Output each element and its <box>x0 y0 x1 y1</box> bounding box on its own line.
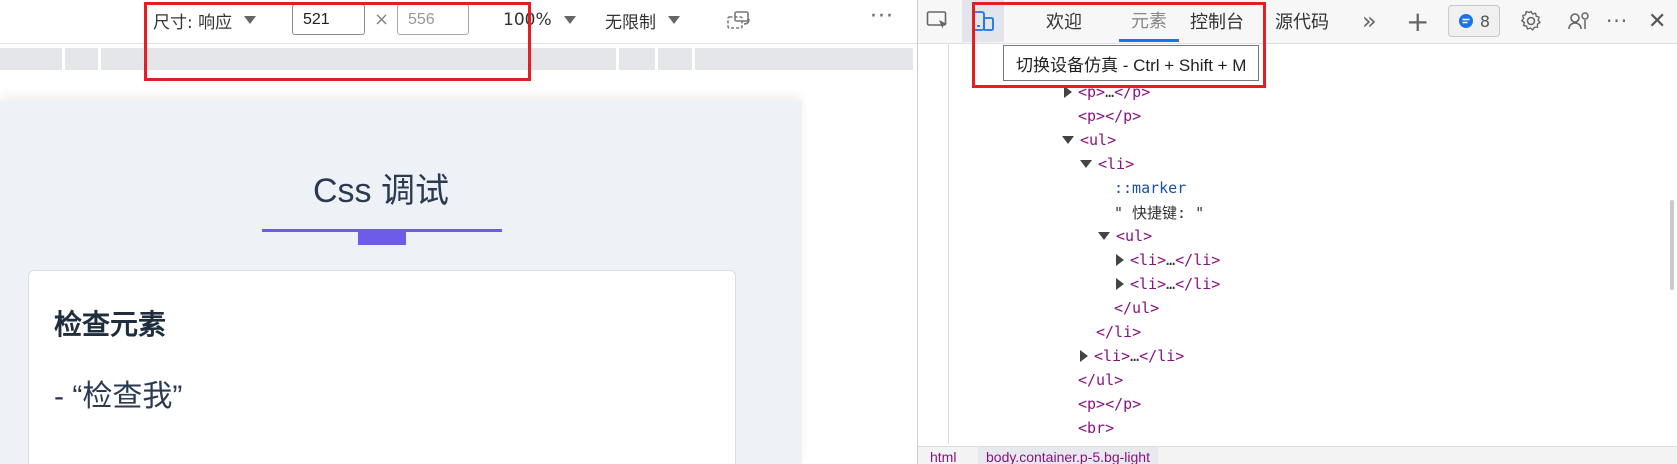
dom-node-ul-close[interactable]: </ul> <box>1078 368 1123 392</box>
page-title: Css 调试 <box>313 172 449 210</box>
issues-badge[interactable]: 8 <box>1448 5 1500 37</box>
dom-tree-scrollbar[interactable] <box>1670 200 1674 290</box>
chevron-down-icon <box>563 16 576 24</box>
dom-node-ul-nested[interactable]: <ul> <box>1098 224 1152 248</box>
tab-sources[interactable]: 源代码 <box>1275 0 1329 42</box>
title-underline-block <box>358 231 406 245</box>
issues-count: 8 <box>1479 11 1491 31</box>
gear-icon[interactable] <box>1514 0 1548 42</box>
card-heading: 检查元素 <box>54 309 167 340</box>
dom-node-ul-close[interactable]: </ul> <box>1114 296 1159 320</box>
throttle-label: 无限制 <box>605 12 656 33</box>
add-tab-icon[interactable]: + <box>1406 0 1429 42</box>
dom-node-text[interactable]: " 快捷键: " <box>1114 200 1204 224</box>
dom-node-p-empty[interactable]: <p> </p> <box>1078 392 1141 416</box>
dom-node-li-collapsed[interactable]: <li>… </li> <box>1080 344 1184 368</box>
dom-node-p-empty[interactable]: <p> </p> <box>1078 104 1141 128</box>
dom-node-ul[interactable]: <ul> <box>1062 128 1116 152</box>
dom-node-br[interactable]: <br> <box>1078 416 1114 440</box>
dom-node-li-collapsed[interactable]: <li>… </li> <box>1116 272 1220 296</box>
devtools-more-icon[interactable]: ··· <box>1606 0 1628 42</box>
expand-arrow-icon[interactable] <box>1116 254 1124 266</box>
breadcrumb: html body.container.p-5.bg-light <box>918 446 1677 464</box>
emulation-more-icon[interactable]: ··· <box>870 4 894 29</box>
expand-arrow-icon[interactable] <box>1080 350 1088 362</box>
highlight-box-devtools <box>972 2 1266 88</box>
highlight-box-toolbar <box>144 2 531 81</box>
customize-icon[interactable] <box>1562 0 1596 42</box>
breadcrumb-html[interactable]: html <box>930 447 956 464</box>
close-icon[interactable]: ✕ <box>1648 0 1666 42</box>
collapse-arrow-icon[interactable] <box>1098 232 1110 240</box>
inspect-icon[interactable] <box>918 0 958 42</box>
rotate-icon[interactable] <box>726 9 752 35</box>
more-tabs-icon[interactable]: » <box>1362 0 1377 42</box>
collapse-arrow-icon[interactable] <box>1062 136 1074 144</box>
dom-node-li-close[interactable]: </li> <box>1096 320 1141 344</box>
message-icon <box>1458 14 1473 28</box>
dom-node-li[interactable]: <li> <box>1080 152 1134 176</box>
content-card: 检查元素 - “检查我” <box>28 270 736 464</box>
card-text[interactable]: - “检查我” <box>54 371 182 415</box>
chevron-down-icon <box>668 16 680 24</box>
collapse-arrow-icon[interactable] <box>1080 160 1092 168</box>
breadcrumb-body[interactable]: body.container.p-5.bg-light <box>978 447 1158 464</box>
dom-node-li-collapsed[interactable]: <li>… </li> <box>1116 248 1220 272</box>
throttle-dropdown[interactable]: 无限制 <box>605 0 680 40</box>
expand-arrow-icon[interactable] <box>1116 278 1124 290</box>
dom-tree: <p>… </p> <p> </p> <ul> <li> ::marker " 快捷… <box>918 80 1658 442</box>
dom-node-marker[interactable]: ::marker <box>1114 176 1186 200</box>
